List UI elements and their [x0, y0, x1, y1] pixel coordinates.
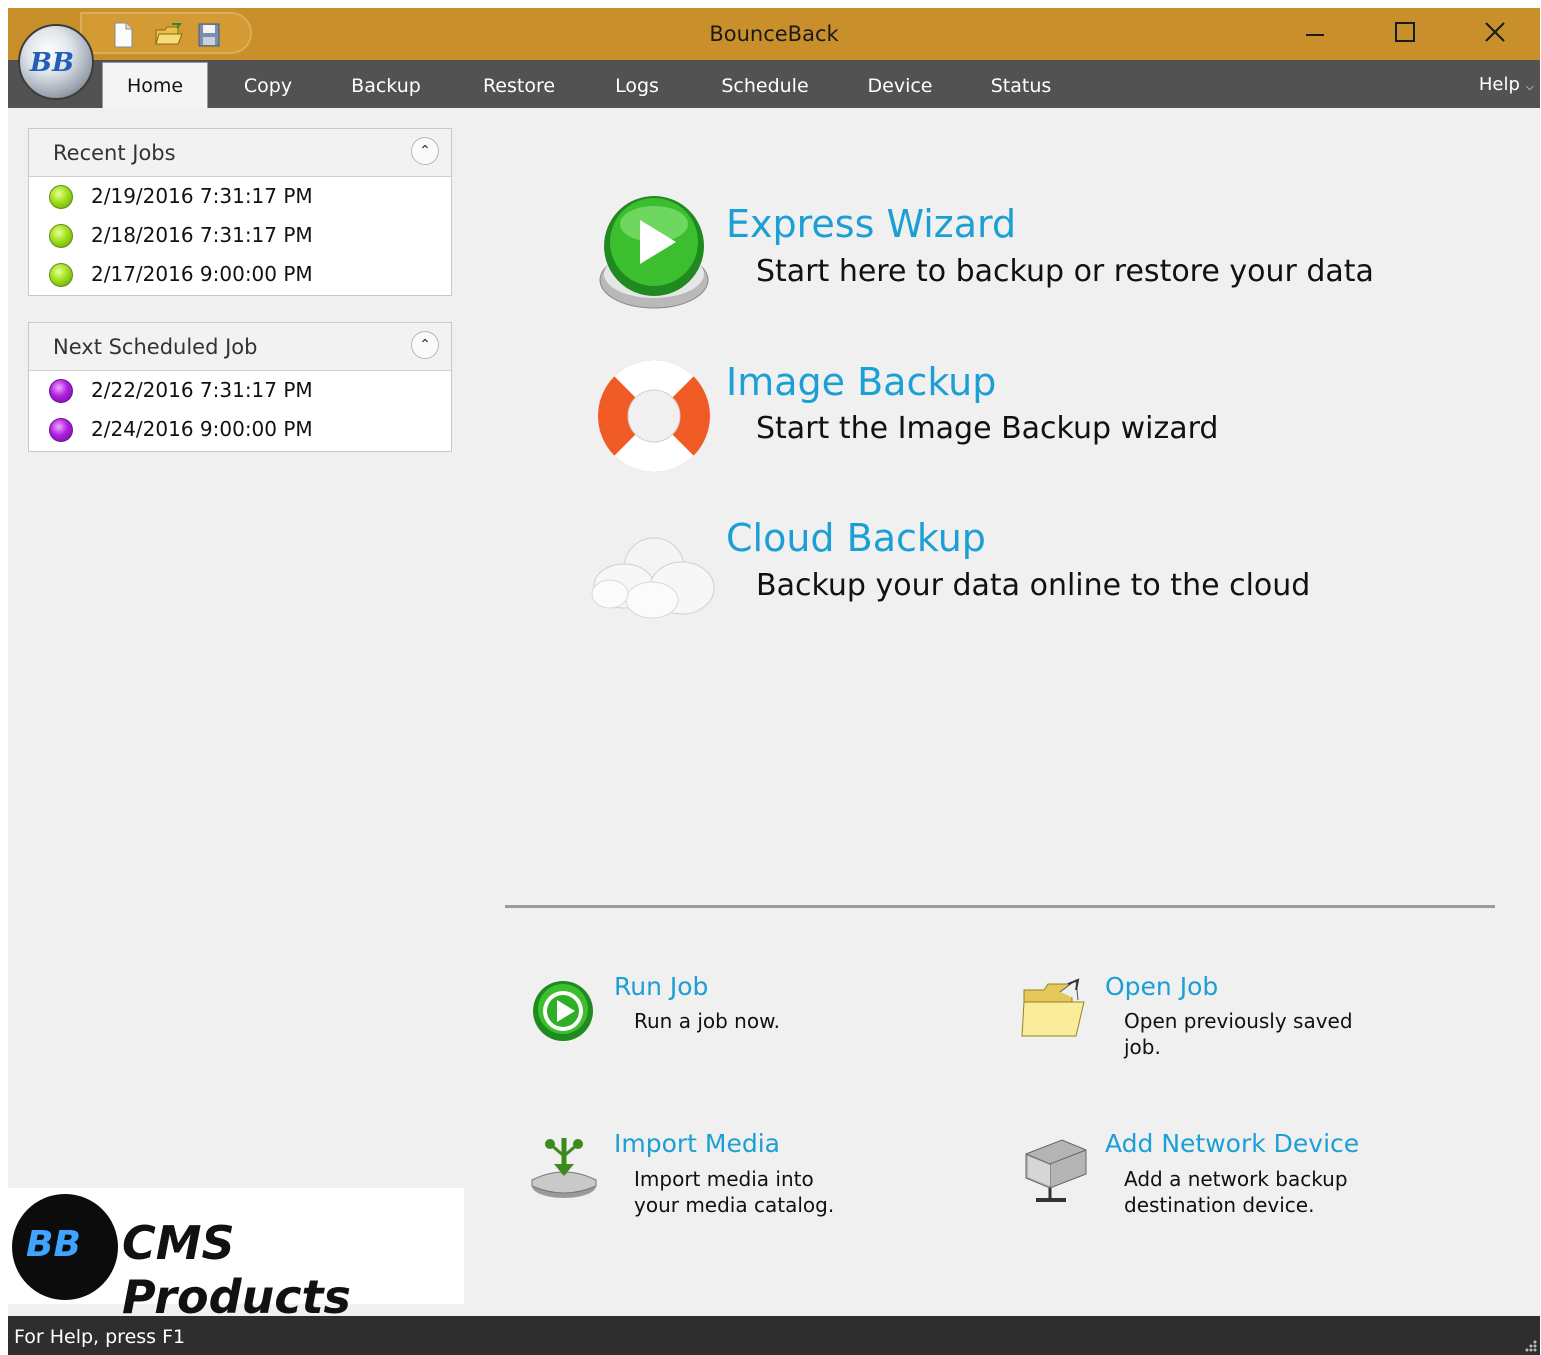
close-button[interactable]: [1450, 8, 1540, 60]
recent-job-date: 2/19/2016 7:31:17 PM: [91, 184, 313, 208]
status-text: For Help, press F1: [14, 1326, 186, 1348]
minimize-icon: [1306, 34, 1324, 36]
tab-restore[interactable]: Restore: [470, 64, 568, 108]
cloud-backup-description: Backup your data online to the cloud: [756, 568, 1311, 603]
scheduled-job-date: 2/24/2016 9:00:00 PM: [91, 417, 313, 441]
image-backup-description: Start the Image Backup wizard: [756, 411, 1219, 446]
add-network-device-link[interactable]: Add Network Device: [1105, 1129, 1359, 1158]
recent-jobs-panel: Recent Jobs ⌃ 2/19/2016 7:31:17 PM 2/18/…: [28, 128, 452, 296]
collapse-recent-jobs-button[interactable]: ⌃: [411, 137, 439, 165]
import-media-description: Import media into your media catalog.: [634, 1167, 835, 1217]
double-chevron-up-icon: ⌃: [419, 143, 431, 159]
image-backup-link[interactable]: Image Backup: [726, 360, 996, 404]
lifebuoy-icon[interactable]: [596, 358, 712, 478]
help-label: Help: [1478, 74, 1520, 95]
scheduled-job-row[interactable]: 2/24/2016 9:00:00 PM: [29, 410, 451, 449]
tab-copy[interactable]: Copy: [228, 64, 308, 108]
chevron-down-icon: ⌵: [1525, 80, 1534, 93]
tab-home[interactable]: Home: [102, 62, 208, 108]
status-dot-green-icon: [49, 185, 73, 209]
double-chevron-up-icon: ⌃: [419, 337, 431, 353]
bb-logo-icon: BB: [12, 1194, 118, 1300]
recent-job-date: 2/17/2016 9:00:00 PM: [91, 262, 313, 286]
import-media-link[interactable]: Import Media: [614, 1129, 780, 1158]
logo-mark: BB: [26, 1224, 81, 1265]
status-dot-purple-icon: [49, 379, 73, 403]
tab-status[interactable]: Status: [980, 64, 1062, 108]
minimize-button[interactable]: [1270, 8, 1360, 60]
import-media-icon[interactable]: [528, 1134, 598, 1208]
status-dot-green-icon: [49, 263, 73, 287]
recent-job-date: 2/18/2016 7:31:17 PM: [91, 223, 313, 247]
run-job-link[interactable]: Run Job: [614, 972, 708, 1001]
app-window: BounceBack BB Home Copy Backup Restore L…: [8, 8, 1540, 1355]
next-scheduled-panel: Next Scheduled Job ⌃ 2/22/2016 7:31:17 P…: [28, 322, 452, 452]
status-dot-green-icon: [49, 224, 73, 248]
maximize-button[interactable]: [1360, 8, 1450, 60]
tab-logs[interactable]: Logs: [604, 64, 670, 108]
scheduled-job-row[interactable]: 2/22/2016 7:31:17 PM: [29, 371, 451, 410]
recent-job-row[interactable]: 2/17/2016 9:00:00 PM: [29, 255, 451, 294]
cloud-backup-link[interactable]: Cloud Backup: [726, 516, 986, 560]
express-wizard-link[interactable]: Express Wizard: [726, 202, 1016, 246]
recent-jobs-title: Recent Jobs: [53, 141, 176, 165]
recent-job-row[interactable]: 2/19/2016 7:31:17 PM: [29, 177, 451, 216]
help-menu[interactable]: Help ⌵: [1479, 74, 1534, 95]
run-job-description: Run a job now.: [634, 1009, 780, 1033]
play-button-icon[interactable]: [598, 194, 710, 316]
next-scheduled-title: Next Scheduled Job: [53, 335, 258, 359]
tab-device[interactable]: Device: [858, 64, 942, 108]
express-wizard-description: Start here to backup or restore your dat…: [756, 254, 1374, 289]
app-orb-label: BB: [30, 48, 74, 78]
close-icon: [1485, 22, 1505, 42]
recent-jobs-header: Recent Jobs ⌃: [29, 129, 451, 177]
next-scheduled-header: Next Scheduled Job ⌃: [29, 323, 451, 371]
scheduled-job-date: 2/22/2016 7:31:17 PM: [91, 378, 313, 402]
ribbon-tab-bar: Home Copy Backup Restore Logs Schedule D…: [8, 60, 1540, 108]
open-job-link[interactable]: Open Job: [1105, 972, 1218, 1001]
network-drive-icon[interactable]: [1020, 1134, 1090, 1208]
status-dot-purple-icon: [49, 418, 73, 442]
collapse-next-scheduled-button[interactable]: ⌃: [411, 331, 439, 359]
cms-products-logo: BB CMS Products: [8, 1188, 464, 1324]
section-divider: [505, 905, 1495, 908]
cloud-icon[interactable]: [590, 528, 720, 624]
title-bar: BounceBack: [8, 8, 1540, 60]
status-bar: For Help, press F1: [8, 1316, 1540, 1355]
tab-backup[interactable]: Backup: [336, 64, 436, 108]
run-job-icon[interactable]: [532, 980, 594, 1046]
resize-grip-icon[interactable]: [1522, 1337, 1538, 1353]
app-menu-orb[interactable]: BB: [18, 24, 94, 100]
open-job-description: Open previously saved job.: [1124, 1009, 1353, 1059]
recent-job-row[interactable]: 2/18/2016 7:31:17 PM: [29, 216, 451, 255]
maximize-icon: [1395, 22, 1415, 42]
add-network-device-description: Add a network backup destination device.: [1124, 1167, 1348, 1217]
logo-text: CMS Products: [122, 1216, 351, 1324]
open-folder-icon[interactable]: [1020, 976, 1090, 1046]
tab-schedule[interactable]: Schedule: [708, 64, 822, 108]
